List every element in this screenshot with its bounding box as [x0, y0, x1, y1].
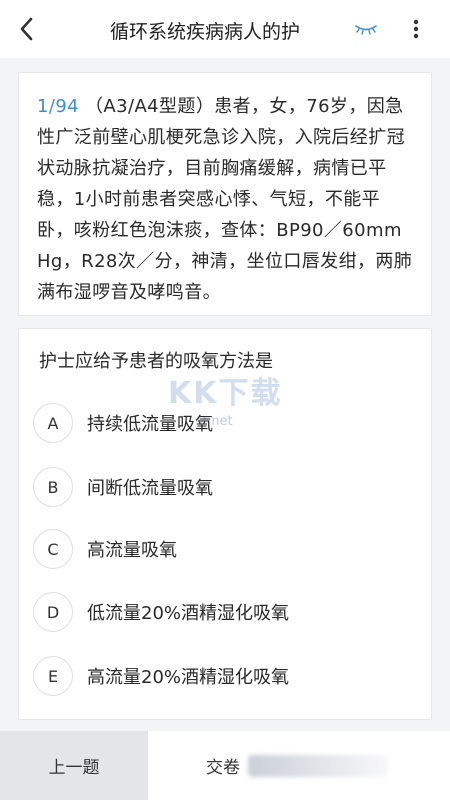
more-menu-button[interactable]: [404, 14, 428, 44]
option-d[interactable]: D 低流量20%酒精湿化吸氧: [33, 590, 413, 634]
back-button[interactable]: [12, 14, 42, 44]
option-text: 高流量吸氧: [87, 540, 177, 561]
chevron-left-icon: [20, 17, 33, 41]
option-letter: B: [33, 467, 73, 507]
option-letter: E: [33, 656, 73, 696]
page-title: 循环系统疾病病人的护: [110, 21, 301, 43]
submit-exam-button[interactable]: 交卷: [148, 731, 450, 800]
eye-closed-toggle[interactable]: [353, 18, 379, 40]
top-bar: 循环系统疾病病人的护: [0, 0, 450, 58]
option-text: 持续低流量吸氧: [87, 414, 213, 435]
option-text: 间断低流量吸氧: [87, 478, 213, 499]
option-letter: D: [33, 592, 73, 632]
option-letter: C: [33, 529, 73, 569]
question-stem: 1/94 （A3/A4型题）患者，女，76岁，因急性广泛前壁心肌梗死急诊入院，入院…: [37, 91, 415, 308]
option-e[interactable]: E 高流量20%酒精湿化吸氧: [33, 654, 413, 698]
option-b[interactable]: B 间断低流量吸氧: [33, 465, 413, 509]
question-stem-card: 1/94 （A3/A4型题）患者，女，76岁，因急性广泛前壁心肌梗死急诊入院，入院…: [18, 72, 432, 316]
eye-closed-icon: [355, 25, 377, 35]
option-letter: A: [33, 403, 73, 443]
blurred-overlay: [248, 755, 388, 777]
bottom-bar: 上一题 交卷: [0, 731, 450, 800]
option-text: 低流量20%酒精湿化吸氧: [87, 603, 290, 624]
watermark-url: c.net: [200, 414, 233, 429]
previous-question-button[interactable]: 上一题: [0, 731, 148, 800]
option-c[interactable]: C 高流量吸氧: [33, 527, 413, 571]
option-text: 高流量20%酒精湿化吸氧: [87, 667, 290, 688]
stem-text: （A3/A4型题）患者，女，76岁，因急性广泛前壁心肌梗死急诊入院，入院后经扩冠…: [37, 96, 413, 303]
watermark-logo: KK下载: [168, 376, 283, 411]
submit-label: 交卷: [206, 758, 240, 778]
question-index: 1/94: [37, 96, 80, 117]
more-vertical-icon: [413, 19, 419, 39]
